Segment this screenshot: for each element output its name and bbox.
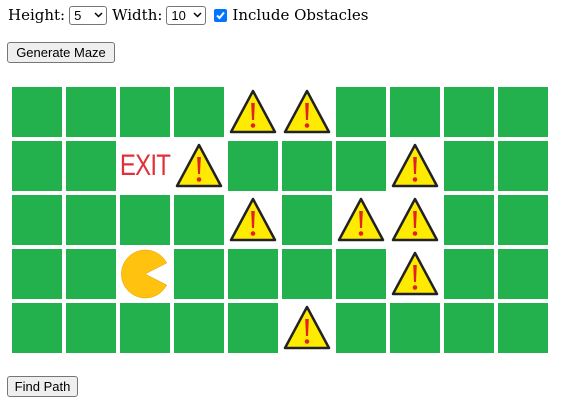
warning-icon — [283, 89, 331, 134]
maze-cell-open — [390, 303, 440, 353]
maze-cell-open — [336, 249, 386, 299]
maze-cell-open — [12, 249, 62, 299]
height-label: Height: — [8, 6, 66, 24]
maze-cell-open — [12, 141, 62, 191]
maze-cell-open — [174, 249, 224, 299]
maze-cell-open — [174, 303, 224, 353]
maze-cell-open — [174, 195, 224, 245]
maze-cell-open — [498, 249, 548, 299]
maze-grid: EXIT — [12, 87, 548, 353]
maze-cell-obstacle — [390, 195, 440, 245]
chevron-down-icon — [94, 12, 103, 18]
warning-icon — [229, 89, 277, 134]
maze-cell-open — [282, 249, 332, 299]
maze-cell-open — [66, 87, 116, 137]
maze-cell-obstacle — [228, 87, 278, 137]
maze-cell-open — [12, 303, 62, 353]
maze-cell-open — [336, 303, 386, 353]
warning-icon — [283, 305, 331, 350]
warning-icon — [229, 197, 277, 242]
pacman-icon — [121, 249, 168, 299]
maze-cell-open — [120, 195, 170, 245]
maze-cell-obstacle — [336, 195, 386, 245]
include-obstacles-checkbox[interactable] — [214, 8, 228, 22]
maze-cell-open — [390, 87, 440, 137]
chevron-down-icon — [193, 12, 202, 18]
warning-icon — [175, 143, 223, 188]
maze-cell-open — [444, 141, 494, 191]
maze-cell-open — [12, 87, 62, 137]
maze-cell-open — [174, 87, 224, 137]
maze-cell-open — [444, 87, 494, 137]
maze-cell-open — [498, 87, 548, 137]
find-path-button[interactable]: Find Path — [7, 376, 78, 397]
maze-cell-open — [66, 141, 116, 191]
generate-maze-button[interactable]: Generate Maze — [7, 42, 115, 63]
maze-cell-open — [66, 249, 116, 299]
maze-cell-open — [66, 195, 116, 245]
warning-icon — [337, 197, 385, 242]
height-select[interactable]: 5 — [69, 5, 108, 25]
maze-cell-open — [444, 303, 494, 353]
maze-cell-exit: EXIT — [119, 141, 171, 191]
width-select-value: 10 — [171, 7, 186, 23]
maze-cell-obstacle — [174, 141, 224, 191]
maze-cell-open — [66, 303, 116, 353]
maze-cell-open — [228, 303, 278, 353]
maze-cell-open — [444, 195, 494, 245]
maze-cell-open — [444, 249, 494, 299]
warning-icon — [391, 143, 439, 188]
maze-controls: Height: 5 Width: 10 Include Obstacles — [8, 4, 368, 26]
maze-cell-obstacle — [228, 195, 278, 245]
maze-cell-open — [228, 249, 278, 299]
maze-cell-open — [282, 141, 332, 191]
exit-label: EXIT — [119, 149, 171, 182]
maze-cell-obstacle — [282, 87, 332, 137]
maze-cell-open — [498, 195, 548, 245]
maze-cell-open — [336, 87, 386, 137]
warning-icon — [391, 251, 439, 296]
maze-cell-obstacle — [390, 249, 440, 299]
maze-cell-obstacle — [390, 141, 440, 191]
warning-icon — [391, 197, 439, 242]
maze-cell-open — [12, 195, 62, 245]
maze-cell-open — [282, 195, 332, 245]
maze-cell-open — [228, 141, 278, 191]
maze-cell-open — [120, 303, 170, 353]
maze-cell-open — [498, 141, 548, 191]
maze-cell-player — [120, 249, 170, 299]
width-select[interactable]: 10 — [166, 5, 207, 25]
maze-cell-obstacle — [282, 303, 332, 353]
maze-cell-open — [498, 303, 548, 353]
width-label: Width: — [112, 6, 163, 24]
checkmark-icon — [216, 11, 226, 19]
height-select-value: 5 — [74, 7, 82, 23]
include-obstacles-label[interactable]: Include Obstacles — [232, 6, 368, 24]
maze-cell-open — [336, 141, 386, 191]
maze-cell-open — [120, 87, 170, 137]
